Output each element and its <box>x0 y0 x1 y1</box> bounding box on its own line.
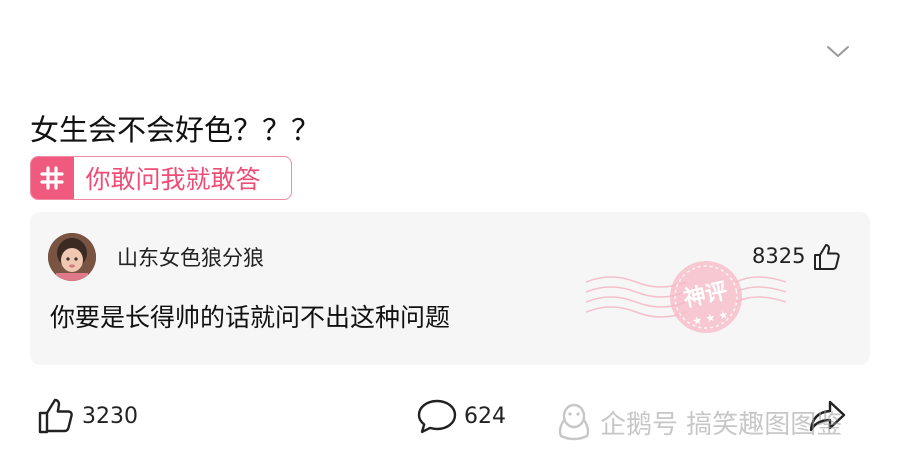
watermark-text: 企鹅号 搞笑趣图图鉴 <box>600 409 843 440</box>
comment-icon <box>417 399 457 434</box>
comment-action[interactable]: 624 <box>416 396 506 436</box>
like-count: 3230 <box>82 403 138 429</box>
post-title: 女生会不会好色？？？ <box>30 113 321 147</box>
thumbs-up-icon[interactable] <box>810 241 842 273</box>
watermark: 企鹅号 搞笑趣图图鉴 <box>556 402 842 442</box>
topic-tag[interactable]: 你敢问我就敢答 <box>30 156 292 200</box>
top-comment-card: 神评 ★ ★ ★ 山东女色狼分狼 8325 你要是长得帅的话就问不出这种问题 <box>30 212 870 365</box>
chevron-down-icon[interactable] <box>826 42 850 62</box>
hash-icon <box>31 157 74 199</box>
avatar[interactable] <box>48 233 96 281</box>
penguin-icon <box>558 403 590 441</box>
comment-count: 624 <box>464 403 506 429</box>
comment-text: 你要是长得帅的话就问不出这种问题 <box>50 303 451 332</box>
thumbs-up-icon <box>38 398 73 434</box>
comment-like-count: 8325 <box>752 244 806 268</box>
topic-label: 你敢问我就敢答 <box>85 165 261 194</box>
like-action[interactable]: 3230 <box>36 396 138 436</box>
comment-username[interactable]: 山东女色狼分狼 <box>117 242 264 272</box>
